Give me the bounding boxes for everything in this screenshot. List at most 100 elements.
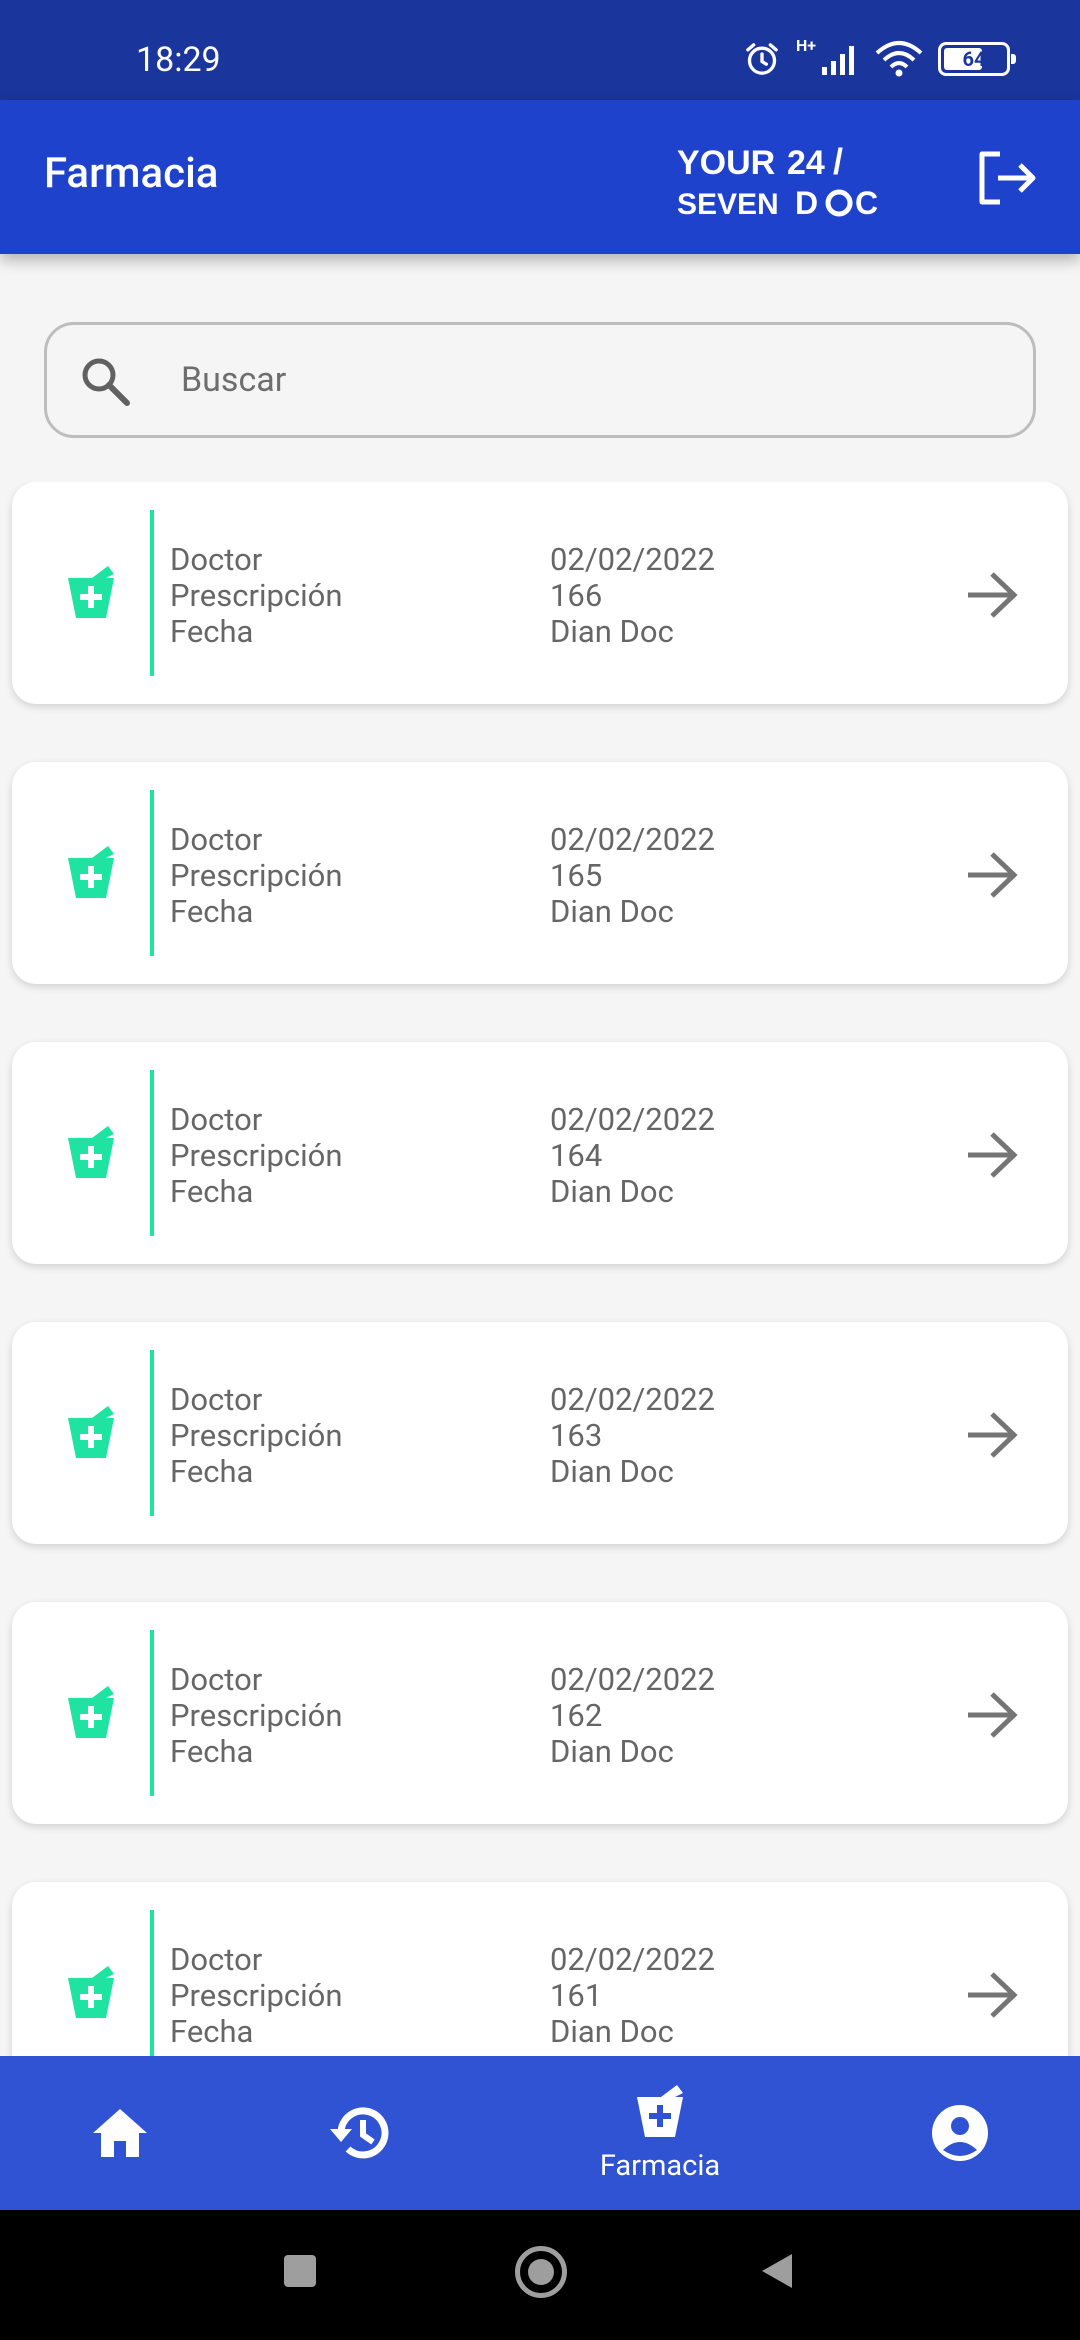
value-number: 163 [550,1417,603,1454]
bottom-nav: Farmacia [0,2056,1080,2210]
value-number: 166 [550,577,603,614]
label-prescription: Prescripción [170,1137,343,1174]
nav-history[interactable] [310,2056,410,2210]
alarm-icon [746,43,778,75]
value-date: 02/02/2022 [550,1381,715,1418]
label-doctor: Doctor [170,1941,263,1978]
value-date: 02/02/2022 [550,1661,715,1698]
app-bar: Farmacia YOUR 24 / SEVEN D C [0,100,1080,254]
label-prescription: Prescripción [170,577,343,614]
prescription-card[interactable]: Doctor Prescripción Fecha 02/02/2022 163… [12,1322,1068,1544]
card-divider [150,1070,154,1236]
label-doctor: Doctor [170,1101,263,1138]
svg-text:/: / [833,141,843,182]
card-divider [150,1910,154,2056]
pharmacy-icon [68,846,114,898]
card-values: 02/02/2022 165 Dian Doc [550,822,715,930]
card-labels: Doctor Prescripción Fecha [170,1942,342,2050]
pharmacy-icon [68,1406,114,1458]
prescription-card[interactable]: Doctor Prescripción Fecha 02/02/2022 166… [12,482,1068,704]
label-doctor: Doctor [170,1661,263,1698]
value-date: 02/02/2022 [550,1101,715,1138]
arrow-right-icon[interactable] [964,850,1020,900]
value-doctor: Dian Doc [550,1733,674,1770]
svg-text:D: D [795,185,818,220]
svg-text:SEVEN: SEVEN [677,188,779,220]
label-doctor: Doctor [170,541,263,578]
back-button[interactable] [758,2252,794,2290]
profile-icon [932,2105,988,2161]
label-date: Fecha [170,613,254,650]
card-labels: Doctor Prescripción Fecha [170,822,342,930]
card-values: 02/02/2022 163 Dian Doc [550,1382,715,1490]
value-number: 161 [550,1977,603,2014]
status-icons: H+ 64 [742,36,1016,82]
svg-text:24: 24 [787,144,825,182]
svg-text:C: C [855,185,878,220]
arrow-right-icon[interactable] [964,1690,1020,1740]
pharmacy-icon [68,1966,114,2018]
arrow-right-icon[interactable] [964,570,1020,620]
pharmacy-icon [637,2085,683,2137]
card-values: 02/02/2022 166 Dian Doc [550,542,715,650]
arrow-right-icon[interactable] [964,1130,1020,1180]
search-input[interactable] [181,345,1001,415]
home-system-button[interactable] [515,2246,567,2298]
status-time: 18:29 [136,40,221,80]
card-values: 02/02/2022 164 Dian Doc [550,1102,715,1210]
label-prescription: Prescripción [170,857,343,894]
page-title: Farmacia [44,149,219,198]
history-icon [330,2107,389,2159]
card-divider [150,790,154,956]
label-date: Fecha [170,1173,254,1210]
value-date: 02/02/2022 [550,1941,715,1978]
label-prescription: Prescripción [170,1697,343,1734]
home-icon [93,2109,147,2157]
label-prescription: Prescripción [170,1417,343,1454]
card-labels: Doctor Prescripción Fecha [170,542,342,650]
search-field[interactable] [44,322,1036,438]
label-date: Fecha [170,1453,254,1490]
prescription-card[interactable]: Doctor Prescripción Fecha 02/02/2022 161… [12,1882,1068,2056]
wifi-icon [875,41,923,77]
label-date: Fecha [170,1733,254,1770]
value-doctor: Dian Doc [550,2013,674,2050]
value-date: 02/02/2022 [550,821,715,858]
pharmacy-icon [68,566,114,618]
card-divider [150,510,154,676]
card-labels: Doctor Prescripción Fecha [170,1102,342,1210]
network-type-label: H+ [795,36,816,55]
label-prescription: Prescripción [170,1977,343,2014]
nav-profile[interactable] [910,2056,1010,2210]
value-doctor: Dian Doc [550,1173,674,1210]
card-labels: Doctor Prescripción Fecha [170,1662,342,1770]
label-date: Fecha [170,893,254,930]
signal-icon [822,46,854,75]
card-values: 02/02/2022 161 Dian Doc [550,1942,715,2050]
arrow-right-icon[interactable] [964,1970,1020,2020]
value-doctor: Dian Doc [550,893,674,930]
battery-level: 64 [962,47,986,71]
value-doctor: Dian Doc [550,613,674,650]
arrow-right-icon[interactable] [964,1410,1020,1460]
prescription-card[interactable]: Doctor Prescripción Fecha 02/02/2022 165… [12,762,1068,984]
value-number: 165 [550,857,603,894]
recents-button[interactable] [284,2255,316,2287]
nav-farmacia[interactable]: Farmacia [560,2056,760,2210]
home-system-button-dot [528,2259,554,2285]
brand-logo: YOUR 24 / SEVEN D C [677,141,878,220]
svg-text:YOUR: YOUR [677,144,775,182]
status-bar: 18:29 H+ 64 [0,0,1080,100]
nav-home[interactable] [70,2056,170,2210]
label-date: Fecha [170,2013,254,2050]
label-doctor: Doctor [170,821,263,858]
value-date: 02/02/2022 [550,541,715,578]
system-nav-bar [0,2210,1080,2340]
prescription-card[interactable]: Doctor Prescripción Fecha 02/02/2022 164… [12,1042,1068,1264]
label-doctor: Doctor [170,1381,263,1418]
card-divider [150,1630,154,1796]
prescription-card[interactable]: Doctor Prescripción Fecha 02/02/2022 162… [12,1602,1068,1824]
logout-icon[interactable] [976,150,1038,206]
nav-label-farmacia: Farmacia [599,2149,721,2183]
card-labels: Doctor Prescripción Fecha [170,1382,342,1490]
